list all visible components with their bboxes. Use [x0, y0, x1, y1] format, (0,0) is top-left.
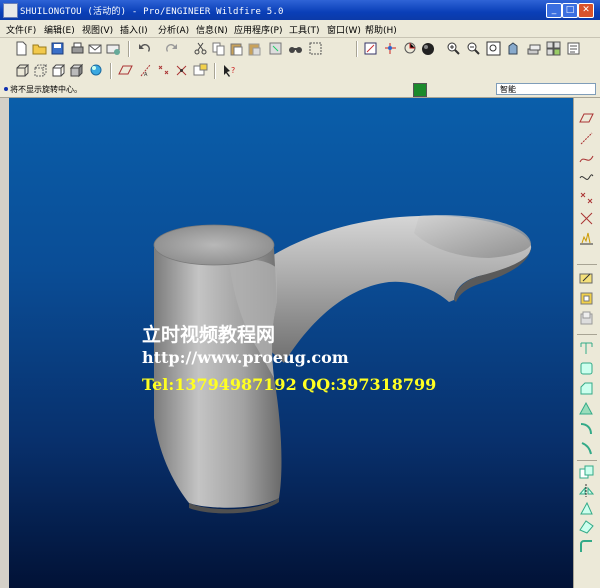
coord-sys-icon[interactable]: [578, 210, 595, 227]
layers-icon[interactable]: [526, 41, 541, 56]
rib-icon[interactable]: [578, 420, 595, 437]
mirror-icon[interactable]: [578, 482, 595, 499]
graphics-window[interactable]: 立时视频教程网 http://www.proeug.com Tel:137949…: [9, 98, 573, 588]
menu-view[interactable]: 视图(V): [82, 23, 113, 36]
menu-insert[interactable]: 插入(I): [120, 23, 148, 36]
saved-views-icon[interactable]: [506, 41, 521, 56]
status-message: 将不显示旋转中心。: [10, 85, 82, 94]
copy-feature-icon[interactable]: [578, 464, 595, 481]
menu-window[interactable]: 窗口(W): [327, 23, 361, 36]
hidden-line-icon[interactable]: [32, 63, 47, 78]
menu-help[interactable]: 帮助(H): [365, 23, 397, 36]
revolve-icon[interactable]: [578, 310, 595, 327]
open-folder-icon[interactable]: [32, 41, 47, 56]
minimize-button[interactable]: _: [546, 3, 562, 18]
email-icon[interactable]: [88, 41, 103, 56]
datum-plane-icon[interactable]: [578, 110, 595, 127]
menu-analysis[interactable]: 分析(A): [158, 23, 189, 36]
draft-icon[interactable]: [578, 440, 595, 457]
faucet-model: [153, 215, 532, 514]
menu-bar: 文件(F) 编辑(E) 视图(V) 插入(I) 分析(A) 信息(N) 应用程序…: [0, 20, 600, 38]
title-bar: SHUILONGTOU (活动的) - Pro/ENGINEER Wildfir…: [0, 0, 600, 20]
copy-icon[interactable]: [211, 41, 226, 56]
datum-display-icon[interactable]: [193, 63, 208, 78]
print-icon[interactable]: [70, 41, 85, 56]
menu-tools[interactable]: 工具(T): [289, 23, 320, 36]
message-area: 将不显示旋转中心。 智能: [0, 82, 600, 98]
orient-icon[interactable]: [403, 41, 418, 56]
analysis-icon[interactable]: [578, 230, 595, 247]
datum-points-icon[interactable]: [156, 63, 171, 78]
merge-icon[interactable]: [578, 500, 595, 517]
refit-icon[interactable]: [363, 41, 378, 56]
app-icon: [3, 3, 18, 18]
save-icon[interactable]: [50, 41, 65, 56]
close-button[interactable]: ✕: [578, 3, 594, 18]
context-help-icon[interactable]: ?: [222, 63, 237, 78]
selection-filter[interactable]: 智能: [496, 83, 596, 95]
datum-axis-icon[interactable]: [578, 130, 595, 147]
regenerate-icon[interactable]: [268, 41, 283, 56]
watermark-contact: Tel:13794987192 QQ:397318799: [142, 375, 437, 394]
datum-point-icon[interactable]: [578, 190, 595, 207]
datum-planes-icon[interactable]: [118, 63, 133, 78]
main-toolbar: [0, 38, 600, 60]
zoom-fit-icon[interactable]: [486, 41, 501, 56]
menu-file[interactable]: 文件(F): [6, 23, 36, 36]
spin-center-icon[interactable]: [383, 41, 398, 56]
wireframe-icon[interactable]: [14, 63, 29, 78]
model-tree-icon[interactable]: [566, 41, 581, 56]
maximize-button[interactable]: □: [562, 3, 578, 18]
shaded-edges-icon[interactable]: [89, 63, 104, 78]
chamfer-icon[interactable]: [578, 380, 595, 397]
message-bullet-icon: [4, 87, 8, 91]
redo-icon[interactable]: [164, 41, 179, 56]
zoom-in-icon[interactable]: [446, 41, 461, 56]
coordinate-systems-icon[interactable]: [174, 63, 189, 78]
watermark-title: 立时视频教程网: [142, 324, 276, 346]
select-box-icon[interactable]: [308, 41, 323, 56]
cut-icon[interactable]: [193, 41, 208, 56]
zoom-out-icon[interactable]: [466, 41, 481, 56]
undo-icon[interactable]: [137, 41, 152, 56]
sketch-curve-icon[interactable]: [578, 170, 595, 187]
trim-icon[interactable]: [578, 518, 595, 535]
watermark-url: http://www.proeug.com: [142, 348, 349, 367]
shading-icon[interactable]: [421, 41, 436, 56]
no-hidden-icon[interactable]: [50, 63, 65, 78]
menu-applications[interactable]: 应用程序(P): [234, 23, 282, 36]
svg-text:A: A: [144, 72, 148, 78]
svg-text:?: ?: [231, 66, 235, 75]
sketch-icon[interactable]: [578, 270, 595, 287]
traffic-light-icon[interactable]: [413, 83, 427, 97]
shell-icon[interactable]: [578, 400, 595, 417]
window-title: SHUILONGTOU (活动的) - Pro/ENGINEER Wildfir…: [20, 7, 284, 17]
hole-icon[interactable]: [578, 340, 595, 357]
find-icon[interactable]: [288, 41, 303, 56]
paste-special-icon[interactable]: [247, 41, 262, 56]
menu-info[interactable]: 信息(N): [196, 23, 228, 36]
round-icon[interactable]: [578, 360, 595, 377]
menu-edit[interactable]: 编辑(E): [44, 23, 75, 36]
email-attach-icon[interactable]: [106, 41, 121, 56]
shaded-icon[interactable]: [68, 63, 83, 78]
paste-icon[interactable]: [229, 41, 244, 56]
feature-toolbar: [573, 98, 600, 588]
sweep-icon[interactable]: [578, 538, 595, 555]
extrude-icon[interactable]: [578, 290, 595, 307]
new-file-icon[interactable]: [14, 41, 29, 56]
datum-curve-icon[interactable]: [578, 150, 595, 167]
datum-axes-icon[interactable]: A: [138, 63, 153, 78]
display-toolbar: A ?: [0, 60, 600, 82]
view-manager-icon[interactable]: [546, 41, 561, 56]
